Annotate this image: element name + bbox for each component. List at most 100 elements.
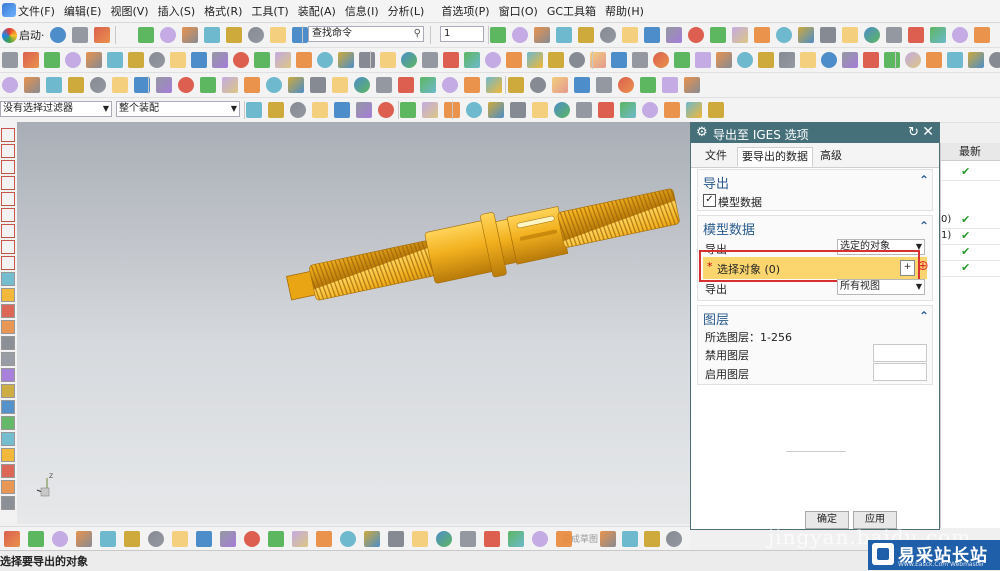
toolbar-tool-icon[interactable] xyxy=(401,52,417,68)
toolbar-tool-icon[interactable] xyxy=(316,531,332,547)
toolbar-tool-icon[interactable] xyxy=(172,531,188,547)
toolbar-tool-icon[interactable] xyxy=(340,531,356,547)
toolbar-tool-icon[interactable] xyxy=(226,27,242,43)
toolbar-tool-icon[interactable] xyxy=(708,102,724,118)
menu-item[interactable]: 插入(S) xyxy=(158,3,196,19)
toolbar-tool-icon[interactable] xyxy=(930,27,946,43)
toolbar-tool-icon[interactable] xyxy=(52,531,68,547)
history-row[interactable]: ✔ xyxy=(941,261,1000,277)
toolbar-tool-icon[interactable] xyxy=(530,77,546,93)
toolbar-tool-icon[interactable] xyxy=(688,27,704,43)
toolbar-tool-icon[interactable] xyxy=(44,52,60,68)
toolbar-tool-icon[interactable] xyxy=(632,52,648,68)
toolbar-tool-icon[interactable] xyxy=(989,52,1000,68)
toolbar-tool-icon[interactable] xyxy=(886,27,902,43)
left-tool-icon[interactable] xyxy=(1,496,15,510)
toolbar-tool-icon[interactable] xyxy=(422,52,438,68)
toolbar-tool-icon[interactable] xyxy=(191,52,207,68)
model-data-group-title[interactable]: 模型数据 xyxy=(703,219,755,238)
toolbar-tool-icon[interactable] xyxy=(420,77,436,93)
type-filter-select[interactable]: 没有选择过滤器 ▼ xyxy=(0,101,112,117)
toolbar-tool-icon[interactable] xyxy=(178,77,194,93)
left-tool-icon[interactable] xyxy=(1,256,15,270)
toolbar-tool-icon[interactable] xyxy=(222,77,238,93)
toolbar-tool-icon[interactable] xyxy=(686,102,702,118)
toolbar-tool-icon[interactable] xyxy=(600,531,616,547)
toolbar-tool-icon[interactable] xyxy=(376,77,392,93)
left-tool-icon[interactable] xyxy=(1,192,15,206)
toolbar-tool-icon[interactable] xyxy=(622,27,638,43)
toolbar-tool-icon[interactable] xyxy=(400,102,416,118)
toolbar-tool-icon[interactable] xyxy=(684,77,700,93)
toolbar-tool-icon[interactable] xyxy=(270,27,286,43)
toolbar-tool-icon[interactable] xyxy=(460,531,476,547)
toolbar-tool-icon[interactable] xyxy=(442,77,458,93)
toolbar-tool-icon[interactable] xyxy=(398,77,414,93)
graphics-viewport[interactable]: Z xyxy=(17,122,693,524)
toolbar-tool-icon[interactable] xyxy=(334,102,350,118)
menu-item[interactable]: 分析(L) xyxy=(388,3,425,19)
toolbar-tool-icon[interactable] xyxy=(600,27,616,43)
toolbar-tool-icon[interactable] xyxy=(618,77,634,93)
left-tool-icon[interactable] xyxy=(1,304,15,318)
toolbar-tool-icon[interactable] xyxy=(422,102,438,118)
toolbar-tool-icon[interactable] xyxy=(926,52,942,68)
toolbar-tool-icon[interactable] xyxy=(200,77,216,93)
toolbar-tool-icon[interactable] xyxy=(94,27,110,43)
toolbar-tool-icon[interactable] xyxy=(640,77,656,93)
toolbar-tool-icon[interactable] xyxy=(510,102,526,118)
toolbar-tool-icon[interactable] xyxy=(436,531,452,547)
toolbar-tool-icon[interactable] xyxy=(644,531,660,547)
toolbar-tool-icon[interactable] xyxy=(233,52,249,68)
toolbar-tool-icon[interactable] xyxy=(292,27,308,43)
toolbar-tool-icon[interactable] xyxy=(46,77,62,93)
toolbar-tool-icon[interactable] xyxy=(666,27,682,43)
toolbar-tool-icon[interactable] xyxy=(2,52,18,68)
toolbar-tool-icon[interactable] xyxy=(532,531,548,547)
toolbar-tool-icon[interactable] xyxy=(569,52,585,68)
toolbar-tool-icon[interactable] xyxy=(292,531,308,547)
enabled-layers-field[interactable] xyxy=(873,363,927,381)
menu-item[interactable]: 信息(I) xyxy=(345,3,379,19)
menu-item[interactable]: 编辑(E) xyxy=(64,3,102,19)
model-data-checkbox[interactable]: ✓ xyxy=(703,194,716,207)
toolbar-tool-icon[interactable] xyxy=(576,102,592,118)
menu-item[interactable]: 文件(F) xyxy=(18,3,55,19)
toolbar-tool-icon[interactable] xyxy=(506,52,522,68)
menu-item[interactable]: 帮助(H) xyxy=(605,3,644,19)
left-tool-icon[interactable] xyxy=(1,352,15,366)
toolbar-tool-icon[interactable] xyxy=(23,52,39,68)
toolbar-tool-icon[interactable] xyxy=(710,27,726,43)
toolbar-tool-icon[interactable] xyxy=(527,52,543,68)
toolbar-tool-icon[interactable] xyxy=(288,77,304,93)
toolbar-tool-icon[interactable] xyxy=(378,102,394,118)
toolbar-tool-icon[interactable] xyxy=(356,102,372,118)
toolbar-tool-icon[interactable] xyxy=(100,531,116,547)
history-row[interactable]: ✔ xyxy=(941,245,1000,261)
toolbar-tool-icon[interactable] xyxy=(622,531,638,547)
toolbar-tool-icon[interactable] xyxy=(4,531,20,547)
toolbar-tool-icon[interactable] xyxy=(485,52,501,68)
toolbar-tool-icon[interactable] xyxy=(246,102,262,118)
toolbar-tool-icon[interactable] xyxy=(532,102,548,118)
tab-data-to-export[interactable]: 要导出的数据 xyxy=(737,147,813,167)
toolbar-tool-icon[interactable] xyxy=(974,27,990,43)
toolbar-tool-icon[interactable] xyxy=(290,102,306,118)
toolbar-tool-icon[interactable] xyxy=(737,52,753,68)
toolbar-tool-icon[interactable] xyxy=(556,27,572,43)
toolbar-tool-icon[interactable] xyxy=(884,52,900,68)
toolbar-tool-icon[interactable] xyxy=(508,77,524,93)
assembly-scope-select[interactable]: 整个装配 ▼ xyxy=(116,101,240,117)
left-tool-icon[interactable] xyxy=(1,416,15,430)
left-tool-icon[interactable] xyxy=(1,368,15,382)
toolbar-tool-icon[interactable] xyxy=(466,102,482,118)
toolbar-tool-icon[interactable] xyxy=(754,27,770,43)
export-views-select[interactable]: 所有视图 ▼ xyxy=(837,279,925,295)
disabled-layers-field[interactable] xyxy=(873,344,927,362)
toolbar-tool-icon[interactable] xyxy=(908,27,924,43)
left-tool-icon[interactable] xyxy=(1,384,15,398)
toolbar-tool-icon[interactable] xyxy=(556,531,572,547)
layer-group-title[interactable]: 图层 xyxy=(703,309,729,328)
number-select[interactable]: 1 xyxy=(440,26,484,42)
toolbar-tool-icon[interactable] xyxy=(244,531,260,547)
